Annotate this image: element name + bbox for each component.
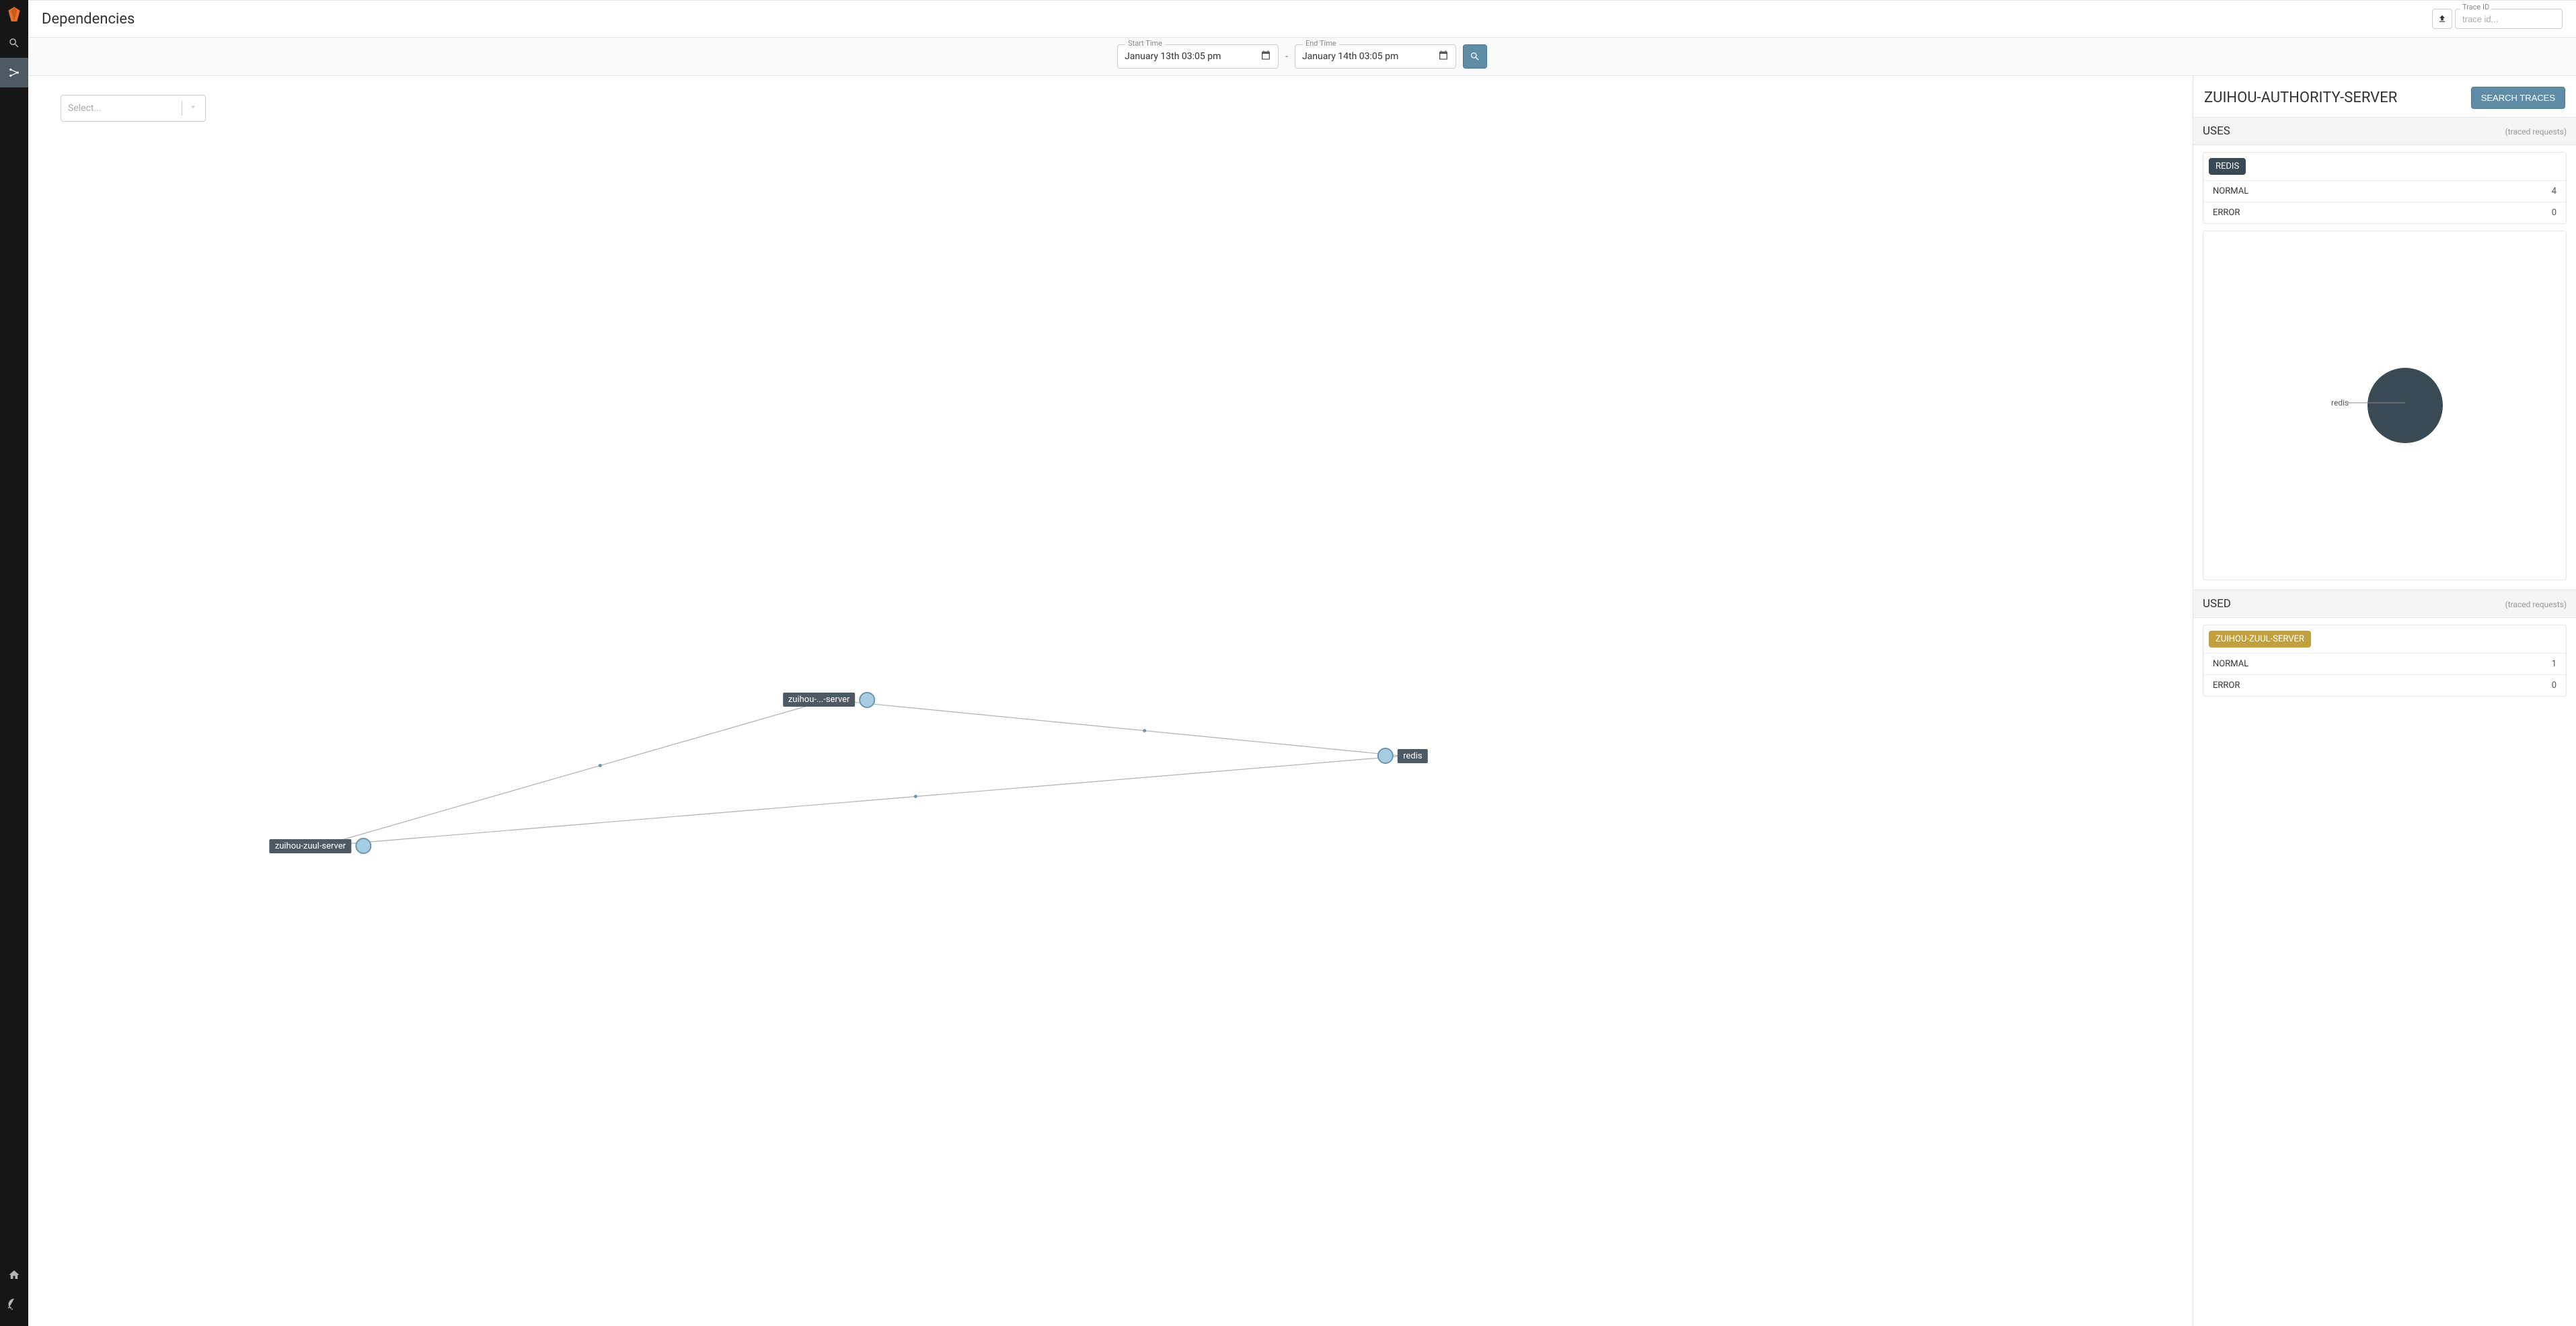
search-nav-icon[interactable] — [0, 28, 28, 58]
end-time-label: End Time — [1303, 39, 1339, 48]
trace-id-area: Trace ID — [2432, 9, 2563, 29]
selected-service-name: ZUIHOU-AUTHORITY-SERVER — [2204, 89, 2464, 106]
error-value: 0 — [2456, 202, 2566, 224]
uses-title: USES — [2203, 124, 2505, 138]
run-query-button[interactable] — [1463, 44, 1487, 69]
page-title: Dependencies — [42, 11, 2432, 28]
pie-slice-label: redis — [2331, 398, 2349, 407]
trace-id-input[interactable] — [2455, 9, 2563, 29]
graph-node-auth[interactable]: zuihou-...-server — [783, 692, 876, 708]
trace-id-label: Trace ID — [2460, 3, 2491, 11]
calendar-icon — [1260, 50, 1271, 63]
start-time-input[interactable]: January 13th 03:05 pm — [1117, 44, 1279, 69]
table-row: NORMAL 4 — [2203, 181, 2566, 202]
normal-value: 4 — [2456, 181, 2566, 202]
graph-node-redis[interactable]: redis — [1377, 748, 1427, 764]
service-select-placeholder: Select... — [68, 103, 176, 114]
zipkin-logo[interactable] — [0, 0, 28, 28]
start-time-label: Start Time — [1125, 39, 1165, 48]
graph-node-circle — [1377, 748, 1394, 764]
graph-node-circle — [355, 838, 371, 854]
time-range-separator: - — [1285, 51, 1288, 62]
start-time-value: January 13th 03:05 pm — [1125, 51, 1221, 62]
normal-label: NORMAL — [2203, 654, 2456, 675]
body: Select... zuihou-zuul-server zuihou-...-s… — [28, 76, 2576, 1326]
detail-panel: ZUIHOU-AUTHORITY-SERVER SEARCH TRACES US… — [2193, 76, 2576, 1326]
graph-node-circle — [859, 692, 875, 708]
graph-node-label: zuihou-zuul-server — [270, 839, 351, 853]
uses-hint: (traced requests) — [2505, 127, 2567, 136]
calendar-icon — [1438, 50, 1449, 63]
error-value: 0 — [2456, 675, 2566, 697]
uses-section: USES (traced requests) REDIS NORMAL 4 ER… — [2193, 117, 2576, 580]
uses-pie-chart: redis — [2203, 231, 2567, 580]
used-title: USED — [2203, 597, 2505, 611]
uses-card: REDIS NORMAL 4 ERROR 0 — [2203, 152, 2567, 224]
table-row: ERROR 0 — [2203, 202, 2566, 224]
header: Dependencies Trace ID — [28, 0, 2576, 38]
time-range-bar: Start Time January 13th 03:05 pm - End T… — [28, 38, 2576, 76]
table-row: NORMAL 1 — [2203, 654, 2566, 675]
upload-icon — [2437, 14, 2447, 24]
normal-value: 1 — [2456, 654, 2566, 675]
home-nav-icon[interactable] — [0, 1260, 28, 1290]
used-section: USED (traced requests) ZUIHOU-ZUUL-SERVE… — [2193, 590, 2576, 697]
search-traces-button[interactable]: SEARCH TRACES — [2471, 87, 2565, 109]
service-select[interactable]: Select... — [61, 95, 206, 122]
dependencies-nav-icon[interactable] — [0, 58, 28, 87]
error-label: ERROR — [2203, 675, 2456, 697]
uses-service-chip[interactable]: REDIS — [2209, 158, 2246, 175]
normal-label: NORMAL — [2203, 181, 2456, 202]
used-card: ZUIHOU-ZUUL-SERVER NORMAL 1 ERROR 0 — [2203, 625, 2567, 697]
search-icon — [1470, 51, 1480, 62]
graph-node-label: zuihou-...-server — [783, 693, 856, 707]
main: Dependencies Trace ID Start Time January… — [28, 0, 2576, 1326]
sidebar — [0, 0, 28, 1326]
error-label: ERROR — [2203, 202, 2456, 224]
table-row: ERROR 0 — [2203, 675, 2566, 697]
end-time-value: January 14th 03:05 pm — [1302, 51, 1398, 62]
github-nav-icon[interactable] — [0, 1290, 28, 1319]
used-service-chip[interactable]: ZUIHOU-ZUUL-SERVER — [2209, 631, 2311, 648]
graph-node-zuul[interactable]: zuihou-zuul-server — [270, 838, 371, 854]
chevron-down-icon — [188, 102, 198, 115]
end-time-input[interactable]: January 14th 03:05 pm — [1295, 44, 1456, 69]
upload-trace-button[interactable] — [2432, 9, 2452, 29]
dependency-graph[interactable]: Select... zuihou-zuul-server zuihou-...-s… — [28, 76, 2193, 1326]
graph-node-label: redis — [1398, 749, 1427, 763]
used-hint: (traced requests) — [2505, 600, 2567, 609]
